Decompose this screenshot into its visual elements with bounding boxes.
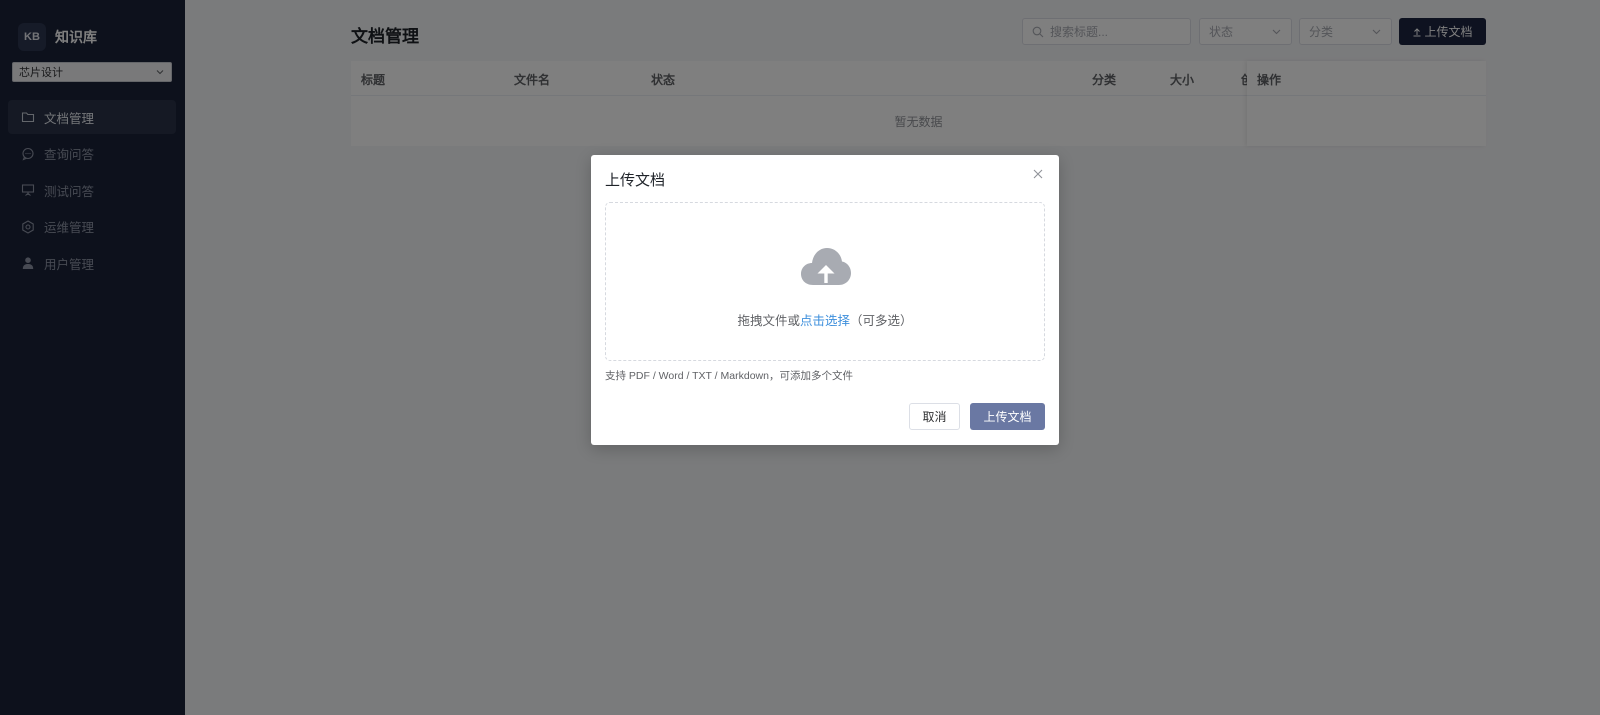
cancel-button[interactable]: 取消 (909, 403, 960, 430)
dropzone-text-before: 拖拽文件或 (737, 314, 800, 328)
confirm-upload-button[interactable]: 上传文档 (970, 403, 1045, 430)
dropzone-text-after: （可多选） (850, 314, 913, 328)
close-icon[interactable] (1031, 167, 1045, 181)
upload-dialog: 上传文档 拖拽文件或点击选择（可多选） 支持 PDF / Word / TXT … (591, 155, 1059, 445)
supported-formats-hint: 支持 PDF / Word / TXT / Markdown，可添加多个文件 (605, 370, 853, 382)
dropzone-text: 拖拽文件或点击选择（可多选） (606, 310, 1044, 329)
select-files-link[interactable]: 点击选择 (800, 314, 850, 328)
dialog-title: 上传文档 (605, 172, 666, 189)
file-dropzone[interactable]: 拖拽文件或点击选择（可多选） (605, 202, 1045, 361)
cloud-upload-icon (801, 248, 851, 285)
